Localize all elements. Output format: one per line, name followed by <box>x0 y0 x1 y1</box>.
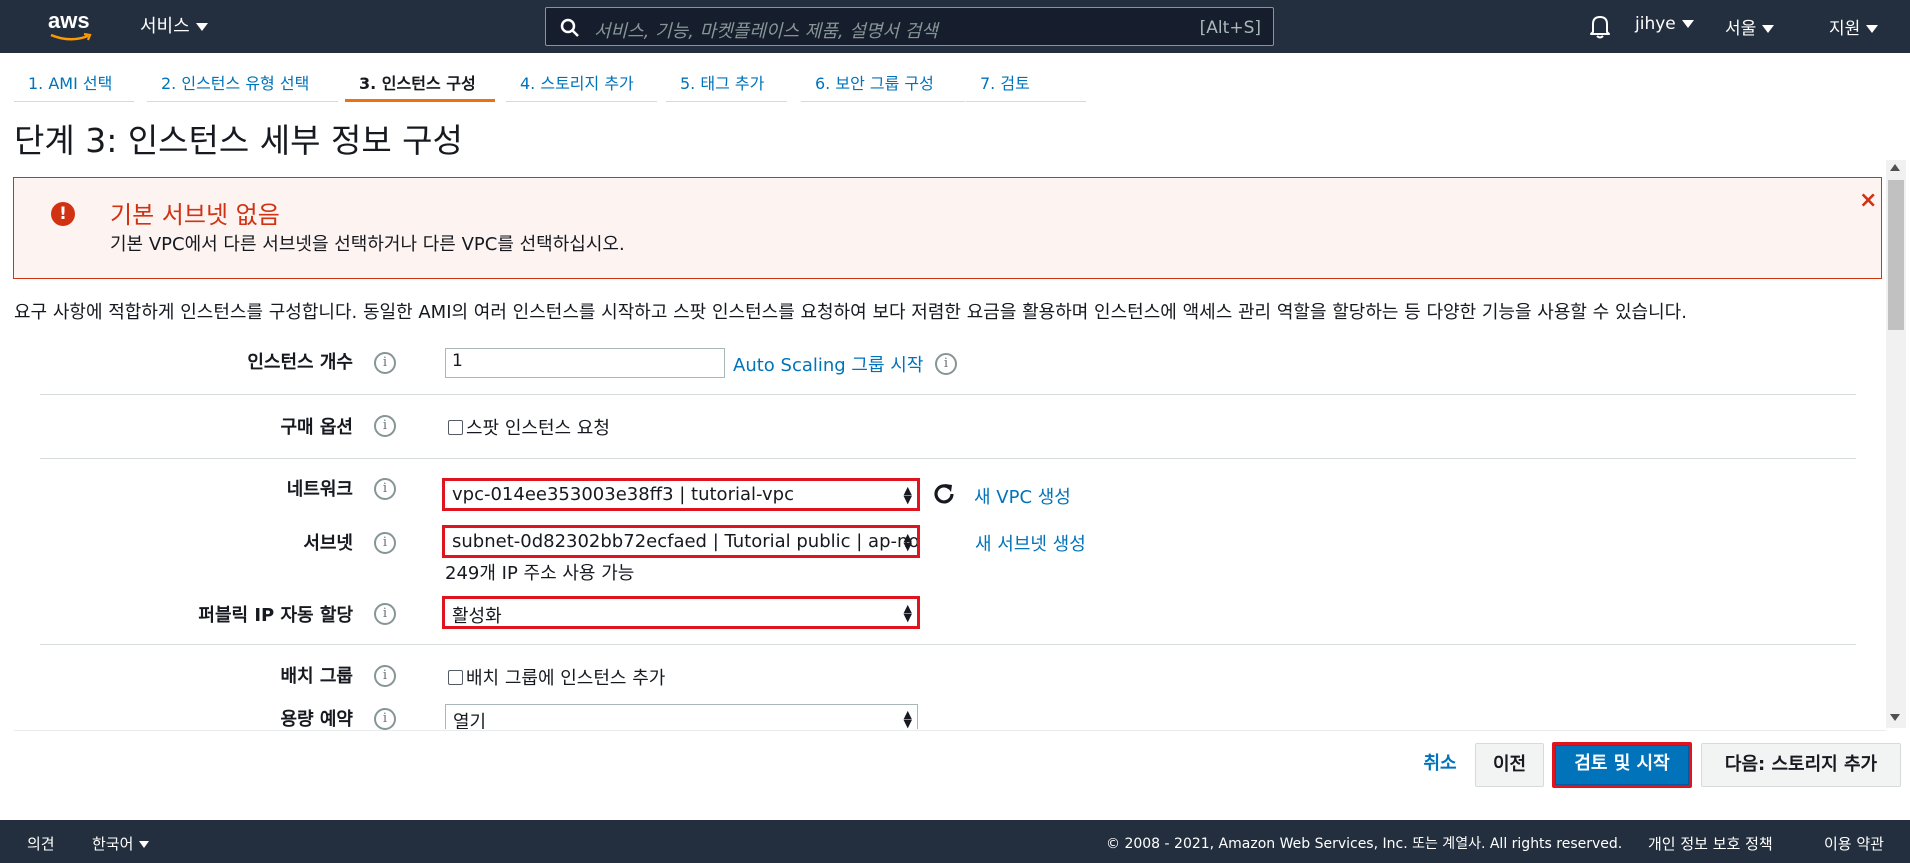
create-vpc-link[interactable]: 새 VPC 생성 <box>974 483 1071 509</box>
spot-instance-label: 스팟 인스턴스 요청 <box>466 418 610 439</box>
notifications-bell-icon[interactable] <box>1588 13 1612 43</box>
wizard-step-add-storage[interactable]: 4. 스토리지 추가 <box>506 62 657 102</box>
search-shortcut: [Alt+S] <box>1199 18 1261 38</box>
alert-message: 기본 VPC에서 다른 서브넷을 선택하거나 다른 VPC를 선택하십시오. <box>110 234 625 255</box>
network-select-value: vpc-014ee353003e38ff3 | tutorial-vpc <box>452 484 794 505</box>
language-selector[interactable]: 한국어 <box>92 833 150 854</box>
feedback-link[interactable]: 의견 <box>27 833 55 854</box>
error-alert: ! 기본 서브넷 없음 기본 VPC에서 다른 서브넷을 선택하거나 다른 VP… <box>13 177 1882 279</box>
info-icon[interactable]: i <box>374 708 396 730</box>
instance-count-label: 인스턴스 개수 <box>247 352 353 373</box>
capacity-reservation-label: 용량 예약 <box>280 709 353 730</box>
alert-title: 기본 서브넷 없음 <box>110 201 280 229</box>
purchase-option-label: 구매 옵션 <box>280 417 353 438</box>
services-label: 서비스 <box>140 16 190 37</box>
capacity-reservation-select-value: 열기 <box>453 712 487 729</box>
aws-logo-text: aws <box>48 8 90 33</box>
aws-smile-icon <box>50 33 92 41</box>
refresh-icon[interactable] <box>931 481 957 507</box>
error-icon: ! <box>51 202 75 226</box>
public-ip-select[interactable]: 활성화 ▲ ▼ <box>442 596 920 629</box>
footer: 의견 한국어 © 2008 - 2021, Amazon Web Service… <box>0 820 1910 863</box>
divider <box>40 644 1856 645</box>
wizard-step-instance-type[interactable]: 2. 인스턴스 유형 선택 <box>147 62 338 102</box>
divider <box>40 394 1856 395</box>
public-ip-select-value: 활성화 <box>452 606 502 627</box>
subnet-select[interactable]: subnet-0d82302bb72ecfaed | Tutorial publ… <box>442 525 920 558</box>
select-arrows-icon: ▲ ▼ <box>903 531 912 553</box>
chevron-down-icon <box>1866 25 1879 33</box>
placement-group-label: 배치 그룹 <box>280 666 353 687</box>
info-icon[interactable]: i <box>374 603 396 625</box>
user-name: jihye <box>1635 14 1676 34</box>
info-icon[interactable]: i <box>374 532 396 554</box>
region-name: 서울 <box>1725 19 1757 39</box>
terms-link[interactable]: 이용 약관 <box>1824 833 1884 854</box>
scroll-down-arrow-icon[interactable] <box>1890 714 1900 721</box>
user-menu[interactable]: jihye <box>1635 14 1694 34</box>
chevron-down-icon <box>139 841 150 848</box>
review-and-launch-button[interactable]: 검토 및 시작 <box>1552 742 1692 788</box>
info-icon[interactable]: i <box>374 415 396 437</box>
subnet-available-ips: 249개 IP 주소 사용 가능 <box>445 563 635 584</box>
chevron-down-icon <box>1681 20 1694 28</box>
wizard-step-security-group[interactable]: 6. 보안 그룹 구성 <box>801 62 965 102</box>
services-menu[interactable]: 서비스 <box>140 12 208 38</box>
info-icon[interactable]: i <box>374 665 396 687</box>
instance-count-input[interactable]: 1 <box>445 348 725 378</box>
previous-button[interactable]: 이전 <box>1475 743 1544 787</box>
divider <box>40 458 1856 459</box>
info-icon[interactable]: i <box>374 352 396 374</box>
wizard-step-review[interactable]: 7. 검토 <box>966 62 1086 102</box>
scroll-up-arrow-icon[interactable] <box>1890 164 1900 171</box>
top-nav: aws 서비스 서비스, 기능, 마켓플레이스 제품, 설명서 검색 [Alt+… <box>0 0 1910 53</box>
spot-instance-checkbox[interactable] <box>448 420 463 435</box>
spot-instance-option[interactable]: 스팟 인스턴스 요청 <box>448 414 610 440</box>
capacity-reservation-select[interactable]: 열기 ▲ ▼ <box>445 704 918 729</box>
support-menu[interactable]: 지원 <box>1829 14 1879 39</box>
select-arrows-icon: ▲ ▼ <box>903 484 912 506</box>
network-label: 네트워크 <box>286 479 353 500</box>
aws-logo[interactable]: aws <box>48 8 98 44</box>
scrollbar-thumb[interactable] <box>1888 180 1904 330</box>
search-icon <box>560 18 579 37</box>
network-select[interactable]: vpc-014ee353003e38ff3 | tutorial-vpc ▲ ▼ <box>442 478 920 511</box>
placement-group-checkbox[interactable] <box>448 670 463 685</box>
wizard-step-configure-instance[interactable]: 3. 인스턴스 구성 <box>345 62 495 102</box>
subnet-label: 서브넷 <box>303 533 353 554</box>
wizard-step-add-tags[interactable]: 5. 태그 추가 <box>666 62 787 102</box>
select-arrows-icon: ▲ ▼ <box>903 708 912 729</box>
privacy-policy-link[interactable]: 개인 정보 보호 정책 <box>1648 833 1773 854</box>
subnet-select-value: subnet-0d82302bb72ecfaed | Tutorial publ… <box>452 531 920 552</box>
wizard-step-ami[interactable]: 1. AMI 선택 <box>14 62 134 102</box>
info-icon[interactable]: i <box>374 478 396 500</box>
placement-group-option[interactable]: 배치 그룹에 인스턴스 추가 <box>448 664 665 690</box>
page-title: 단계 3: 인스턴스 세부 정보 구성 <box>14 121 463 160</box>
close-icon[interactable]: × <box>1859 188 1877 213</box>
create-subnet-link[interactable]: 새 서브넷 생성 <box>975 530 1086 556</box>
cancel-button[interactable]: 취소 <box>1405 743 1475 787</box>
search-input[interactable]: 서비스, 기능, 마켓플레이스 제품, 설명서 검색 [Alt+S] <box>545 7 1274 46</box>
next-add-storage-button[interactable]: 다음: 스토리지 추가 <box>1701 743 1901 787</box>
copyright-text: © 2008 - 2021, Amazon Web Services, Inc.… <box>1106 836 1623 852</box>
chevron-down-icon <box>195 23 208 31</box>
actions-divider <box>14 730 1886 731</box>
chevron-down-icon <box>1762 25 1775 33</box>
support-label: 지원 <box>1829 19 1861 39</box>
search-placeholder: 서비스, 기능, 마켓플레이스 제품, 설명서 검색 <box>594 21 938 42</box>
region-menu[interactable]: 서울 <box>1725 14 1775 39</box>
auto-scaling-link[interactable]: Auto Scaling 그룹 시작 <box>733 351 923 377</box>
page-description: 요구 사항에 적합하게 인스턴스를 구성합니다. 동일한 AMI의 여러 인스턴… <box>14 302 1687 323</box>
placement-group-checkbox-label: 배치 그룹에 인스턴스 추가 <box>466 668 666 689</box>
info-icon[interactable]: i <box>935 353 957 375</box>
select-arrows-icon: ▲ ▼ <box>903 602 912 624</box>
language-label: 한국어 <box>92 835 134 853</box>
public-ip-label: 퍼블릭 IP 자동 할당 <box>198 605 353 626</box>
